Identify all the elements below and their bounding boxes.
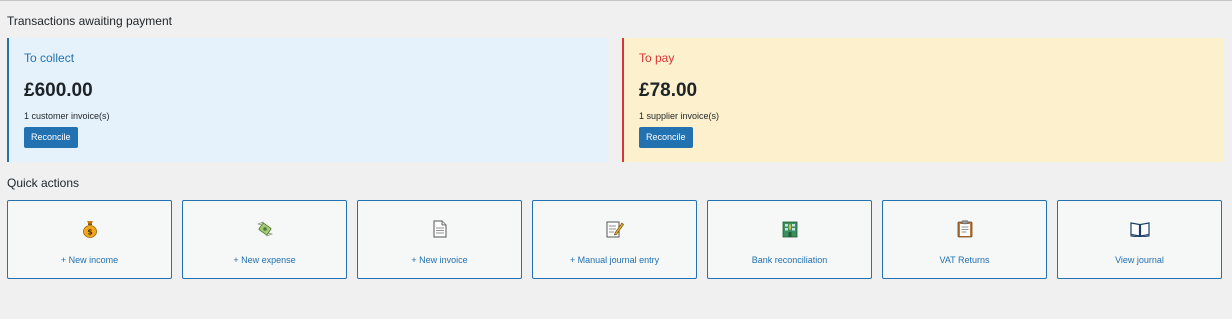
quick-action-new-income[interactable]: $ + New income: [7, 200, 172, 279]
memo-pencil-icon: [533, 220, 696, 238]
to-pay-card: To pay £78.00 1 supplier invoice(s) Reco…: [622, 38, 1223, 162]
to-collect-heading: To collect: [24, 51, 75, 65]
quick-action-manual-journal-entry[interactable]: + Manual journal entry: [532, 200, 697, 279]
quick-action-label: + New expense: [233, 255, 296, 265]
quick-action-bank-reconciliation[interactable]: Bank reconciliation: [707, 200, 872, 279]
to-pay-amount: £78.00: [639, 80, 698, 101]
money-wings-icon: [183, 220, 346, 238]
open-book-icon: [1058, 220, 1221, 238]
to-collect-amount: £600.00: [24, 80, 93, 101]
svg-text:$: $: [87, 228, 93, 237]
to-collect-subtext: 1 customer invoice(s): [24, 111, 110, 121]
section-title-quick-actions: Quick actions: [7, 176, 80, 190]
top-divider: [0, 0, 1232, 1]
quick-action-new-invoice[interactable]: + New invoice: [357, 200, 522, 279]
dashboard-page: Transactions awaiting payment To collect…: [0, 0, 1232, 319]
quick-action-label: + New income: [60, 255, 119, 265]
to-collect-card: To collect £600.00 1 customer invoice(s)…: [7, 38, 608, 162]
reconcile-pay-button[interactable]: Reconcile: [639, 127, 693, 148]
quick-action-label: Bank reconciliation: [751, 255, 828, 265]
section-title-awaiting: Transactions awaiting payment: [7, 14, 172, 28]
quick-action-label: + New invoice: [411, 255, 468, 265]
quick-action-label: + Manual journal entry: [569, 255, 660, 265]
quick-action-new-expense[interactable]: + New expense: [182, 200, 347, 279]
clipboard-icon: [883, 220, 1046, 238]
to-pay-heading: To pay: [639, 51, 675, 65]
money-bag-icon: $: [8, 220, 171, 238]
quick-action-label: View journal: [1115, 255, 1164, 265]
bank-building-icon: [708, 220, 871, 238]
quick-actions-row: $ + New income + New expense + New invoi…: [7, 200, 1224, 279]
document-icon: [358, 220, 521, 238]
quick-action-view-journal[interactable]: View journal: [1057, 200, 1222, 279]
quick-action-vat-returns[interactable]: VAT Returns: [882, 200, 1047, 279]
reconcile-collect-button[interactable]: Reconcile: [24, 127, 78, 148]
quick-action-label: VAT Returns: [939, 255, 990, 265]
to-pay-subtext: 1 supplier invoice(s): [639, 111, 720, 121]
